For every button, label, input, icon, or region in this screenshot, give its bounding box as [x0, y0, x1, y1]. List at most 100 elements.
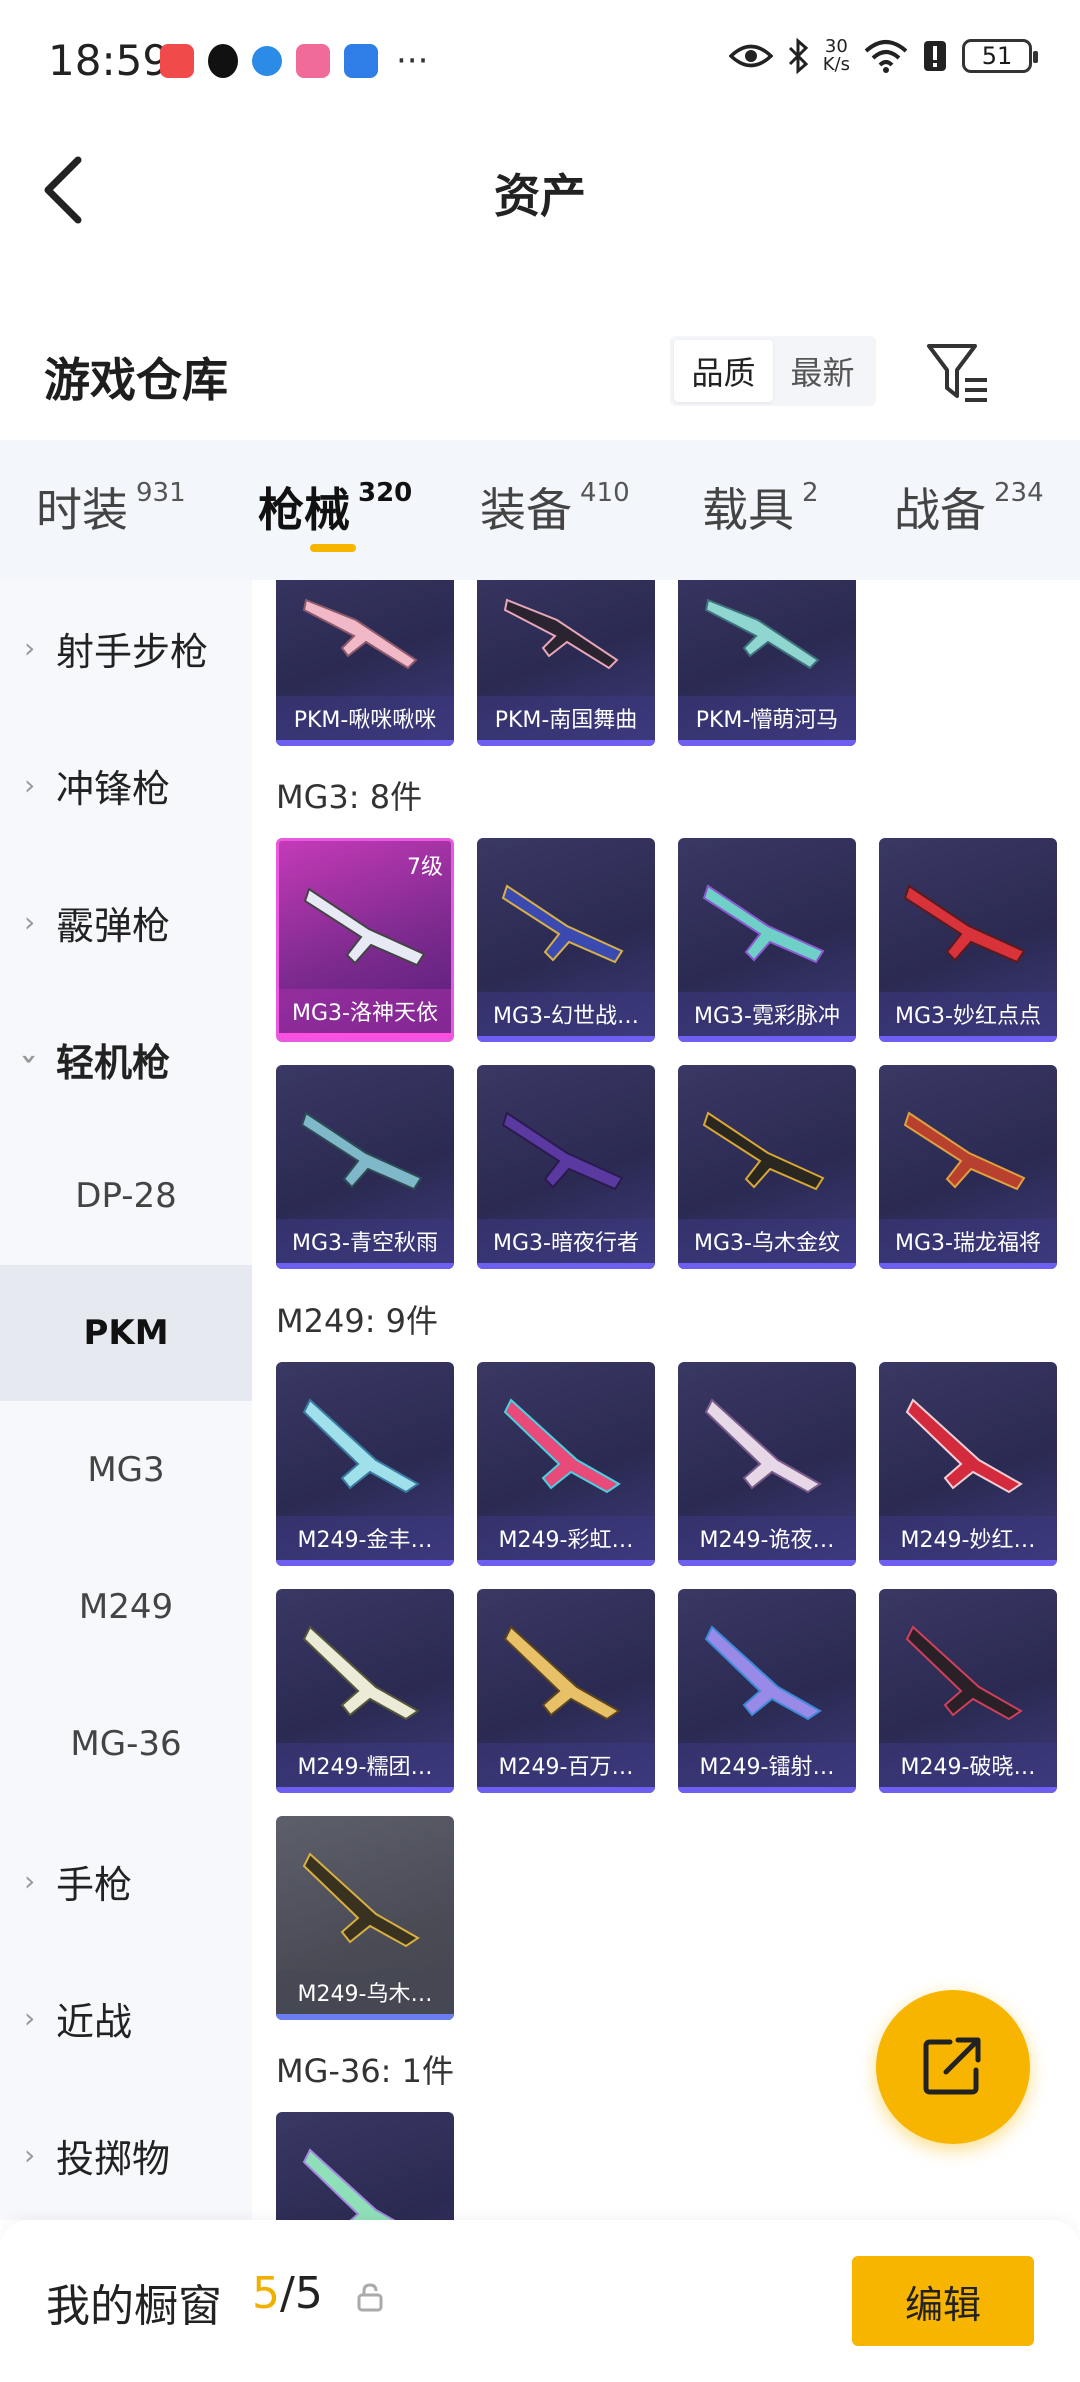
rifle-skin-icon — [704, 598, 820, 670]
rifle-skin-icon — [501, 884, 624, 964]
filter-icon[interactable] — [925, 340, 991, 406]
sort-by-newest[interactable]: 最新 — [773, 340, 872, 402]
status-time: 18:59 — [48, 36, 170, 85]
showcase-max: 5 — [294, 2268, 323, 2319]
sidebar-item-lmg[interactable]: › 轻机枪 — [0, 991, 252, 1127]
lock-icon — [357, 2283, 383, 2312]
skin-card[interactable]: MG3-乌木金纹 — [678, 1065, 856, 1269]
skin-name: MG3-青空秋雨 — [276, 1219, 454, 1263]
skin-name: M249-金丰… — [276, 1516, 454, 1560]
rifle-skin-icon — [302, 1625, 420, 1721]
skin-card[interactable]: M249-破晓… — [879, 1589, 1057, 1793]
skin-card[interactable]: M249-乌木… — [276, 1816, 454, 2020]
group-title-mg36: MG-36: 1件 — [276, 2052, 454, 2090]
app-header: 资产 — [0, 120, 1080, 260]
tab-equipment[interactable]: 装备 410 — [480, 474, 630, 540]
group-title-m249: M249: 9件 — [276, 1302, 439, 1340]
skin-name: MG3-幻世战… — [477, 992, 655, 1036]
sidebar-sub-mg3[interactable]: MG3 — [0, 1402, 252, 1538]
sidebar-item-label: 手枪 — [56, 1862, 133, 1907]
alert-icon — [924, 41, 946, 71]
skin-card[interactable]: MG3-妙红点点 — [879, 838, 1057, 1042]
rarity-stripe — [678, 1263, 856, 1269]
rifle-skin-icon — [302, 1398, 420, 1494]
weapon-type-sidebar: › 射手步枪 › 冲锋枪 › 霰弹枪 › 轻机枪 DP-28 PKM MG3 M249 … — [0, 580, 252, 2220]
sidebar-item-label: 射手步枪 — [56, 629, 209, 674]
sidebar-item-melee[interactable]: › 近战 — [0, 1950, 252, 2086]
qq-icon — [208, 44, 238, 78]
sidebar-item-pistol[interactable]: › 手枪 — [0, 1813, 252, 1949]
skin-card[interactable]: M249-金丰… — [276, 1362, 454, 1566]
skin-card[interactable]: M249-镭射… — [678, 1589, 856, 1793]
skin-name: PKM-南国舞曲 — [477, 696, 655, 740]
skin-card[interactable]: MG3-暗夜行者 — [477, 1065, 655, 1269]
rarity-stripe — [276, 1787, 454, 1793]
sidebar-sub-m249[interactable]: M249 — [0, 1539, 252, 1675]
rifle-skin-icon — [905, 1625, 1023, 1721]
bluetooth-app-icon — [344, 44, 378, 78]
skin-name: PKM-啾咪啾咪 — [276, 696, 454, 740]
skin-card[interactable]: M249-诡夜… — [678, 1362, 856, 1566]
tab-fashion[interactable]: 时装 931 — [36, 474, 186, 540]
sidebar-item-throwable[interactable]: › 投掷物 — [0, 2087, 252, 2223]
network-speed: 30 K/s — [822, 36, 850, 75]
rarity-stripe — [477, 1560, 655, 1566]
rifle-skin-icon — [903, 884, 1026, 964]
rarity-stripe — [879, 1560, 1057, 1566]
skin-name: M249-破晓… — [879, 1743, 1057, 1787]
page-title: 资产 — [494, 169, 586, 223]
rifle-skin-icon — [905, 1398, 1023, 1494]
edit-button[interactable]: 编辑 — [852, 2256, 1034, 2346]
sidebar-item-label: 冲锋枪 — [56, 766, 171, 811]
skin-card[interactable]: PKM-懵萌河马 — [678, 580, 856, 746]
skin-card[interactable] — [276, 2112, 454, 2220]
skin-card[interactable]: M249-妙红… — [879, 1362, 1057, 1566]
eye-icon — [728, 44, 773, 68]
skin-card[interactable]: MG3-幻世战… — [477, 838, 655, 1042]
tab-firearms[interactable]: 枪械 320 — [258, 474, 412, 540]
tab-combat-supplies[interactable]: 战备 234 — [894, 474, 1044, 540]
tab-label: 枪械 — [258, 483, 350, 537]
tab-count: 931 — [136, 478, 186, 508]
skin-card[interactable]: M249-彩虹… — [477, 1362, 655, 1566]
skin-card[interactable]: PKM-啾咪啾咪 — [276, 580, 454, 746]
sidebar-item-smg[interactable]: › 冲锋枪 — [0, 717, 252, 853]
skin-name: M249-诡夜… — [678, 1516, 856, 1560]
sidebar-item-marksman-rifle[interactable]: › 射手步枪 — [0, 580, 252, 716]
rarity-stripe — [276, 1560, 454, 1566]
chevron-right-icon: › — [24, 2138, 36, 2172]
rifle-skin-icon — [302, 2148, 396, 2220]
rifle-skin-icon — [503, 1625, 621, 1721]
skin-card[interactable]: 7级 MG3-洛神天依 — [276, 838, 454, 1042]
skin-name: M249-妙红… — [879, 1516, 1057, 1560]
sidebar-item-label: 近战 — [56, 1999, 133, 2044]
rifle-skin-icon — [302, 598, 418, 670]
rifle-skin-icon — [300, 1111, 423, 1191]
showcase-separator: / — [280, 2268, 295, 2319]
rarity-stripe — [678, 1560, 856, 1566]
skin-name: MG3-乌木金纹 — [678, 1219, 856, 1263]
share-button[interactable] — [876, 1990, 1030, 2144]
sidebar-item-label: 轻机枪 — [56, 1040, 171, 1085]
skin-card[interactable]: MG3-青空秋雨 — [276, 1065, 454, 1269]
rifle-skin-icon — [501, 1111, 624, 1191]
tab-vehicles[interactable]: 载具 2 — [702, 474, 819, 540]
status-bar: 18:59 ··· 30 K/s 51 — [0, 0, 1080, 120]
rifle-skin-icon — [503, 598, 619, 670]
skin-grid: PKM-啾咪啾咪 PKM-南国舞曲 PKM-懵萌河马 MG3: 8件 7级 MG… — [252, 580, 1080, 2220]
sidebar-sub-mg36[interactable]: MG-36 — [0, 1676, 252, 1812]
skin-card[interactable]: M249-糯团… — [276, 1589, 454, 1793]
skin-name: PKM-懵萌河马 — [678, 696, 856, 740]
skin-card[interactable]: MG3-霓彩脉冲 — [678, 838, 856, 1042]
sidebar-item-label: 霰弹枪 — [56, 903, 171, 948]
rarity-stripe — [477, 1036, 655, 1042]
rarity-stripe — [477, 1787, 655, 1793]
skin-card[interactable]: PKM-南国舞曲 — [477, 580, 655, 746]
skin-card[interactable]: M249-百万… — [477, 1589, 655, 1793]
sidebar-item-shotgun[interactable]: › 霰弹枪 — [0, 854, 252, 990]
sort-by-quality[interactable]: 品质 — [674, 340, 773, 402]
skin-name: MG3-暗夜行者 — [477, 1219, 655, 1263]
sidebar-sub-dp28[interactable]: DP-28 — [0, 1128, 252, 1264]
sidebar-sub-pkm[interactable]: PKM — [0, 1265, 252, 1401]
skin-card[interactable]: MG3-瑞龙福将 — [879, 1065, 1057, 1269]
